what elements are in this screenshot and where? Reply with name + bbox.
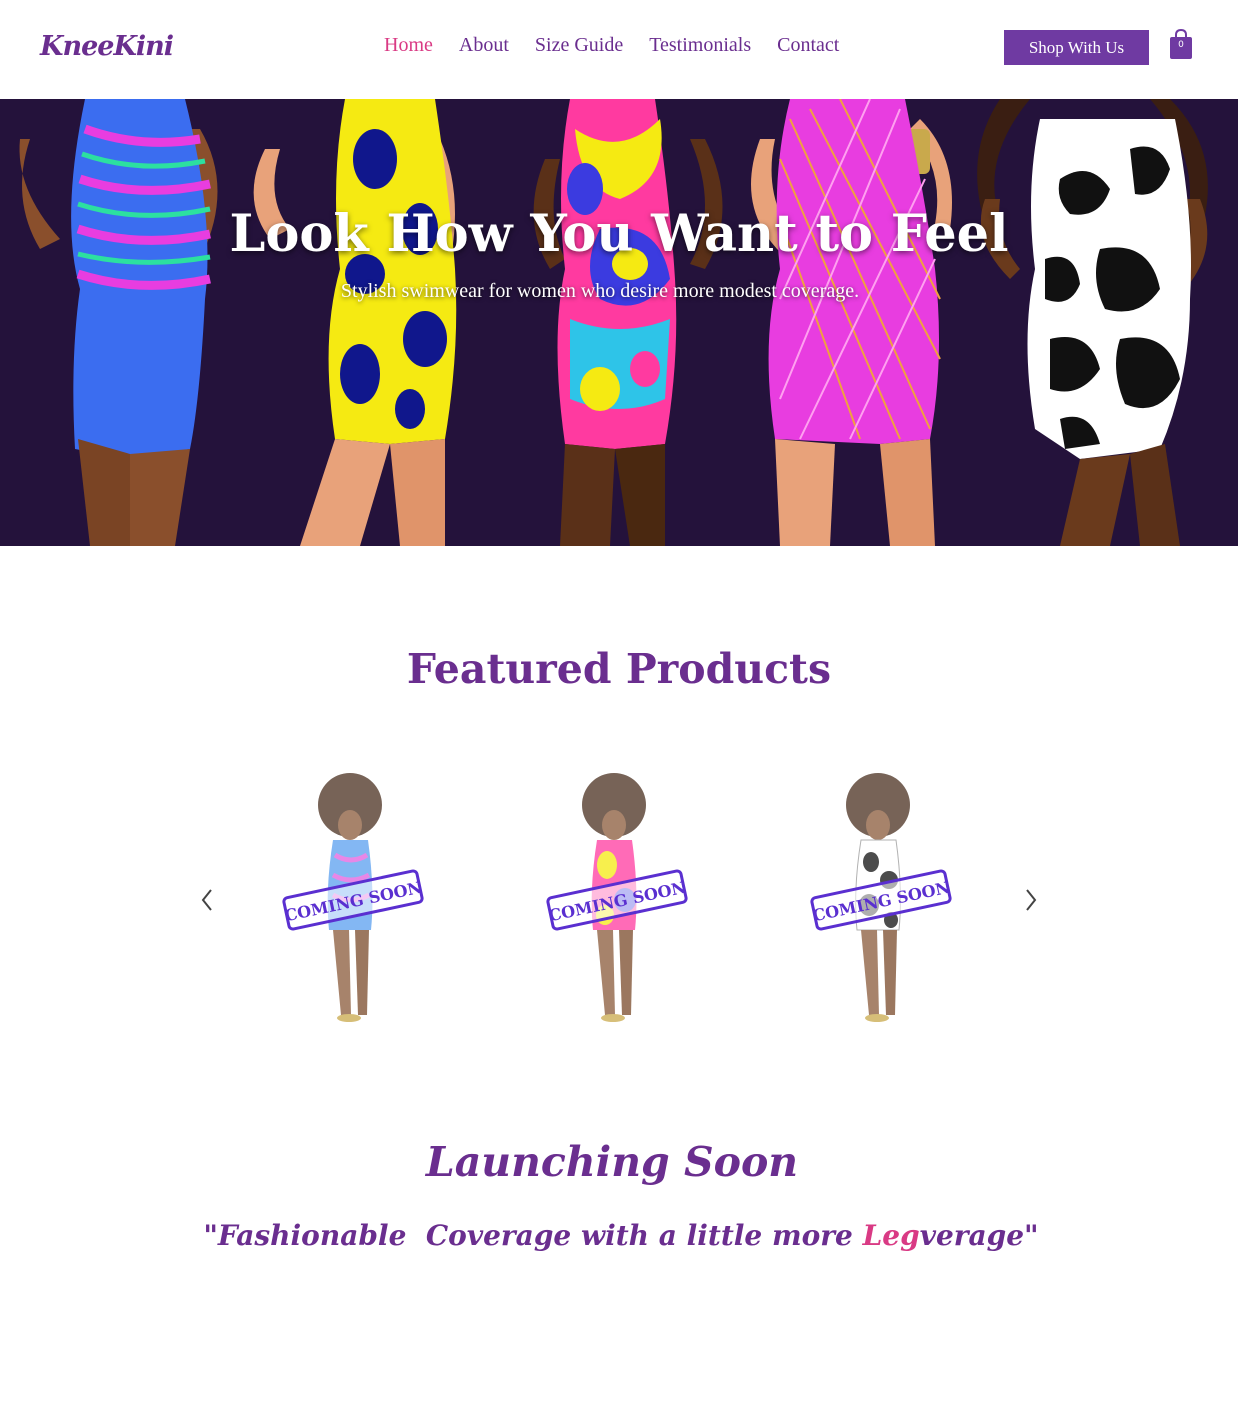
cart-button[interactable]: 0 [1168,28,1194,60]
tagline: "Fashionable Coverage with a little more… [0,1219,1242,1252]
hero-title: Look How You Want to Feel [229,204,1009,264]
product-image-2: COMING SOON [546,773,688,1022]
nav-testimonials[interactable]: Testimonials [649,34,751,57]
site-header: KneeKini Home About Size Guide Testimoni… [0,0,1242,99]
nav-about[interactable]: About [459,34,509,57]
product-card-3[interactable]: COMING SOON [791,770,971,1030]
kneekini-logo[interactable]: KneeKini [40,24,174,68]
product-card-2[interactable]: COMING SOON [527,770,707,1030]
launching-soon-title: Launching Soon [425,1138,799,1186]
product-card-1[interactable]: COMING SOON [263,770,443,1030]
model-figure-1 [19,99,218,546]
carousel-next-button[interactable] [1021,885,1041,915]
hero-banner: Look How You Want to Feel Stylish swimwe… [0,99,1238,546]
carousel-prev-button[interactable] [197,885,217,915]
main-nav: Home About Size Guide Testimonials Conta… [384,34,839,57]
hero-subtitle: Stylish swimwear for women who desire mo… [340,280,860,302]
logo-text: KneeKini [40,30,174,62]
cart-count: 0 [1178,40,1184,50]
tagline-prefix: "Fashionable Coverage with a little more [203,1219,863,1252]
chevron-left-icon [201,889,212,911]
product-image-3: COMING SOON [810,773,952,1022]
model-figure-4 [751,99,952,546]
nav-contact[interactable]: Contact [777,34,839,57]
model-figure-2 [253,99,457,546]
model-figure-5 [977,99,1208,546]
product-image-1: COMING SOON [282,773,424,1022]
nav-home[interactable]: Home [384,34,433,57]
nav-size-guide[interactable]: Size Guide [535,34,623,57]
hero-illustration [19,99,1208,546]
tagline-suffix: verage" [919,1219,1039,1252]
chevron-right-icon [1026,889,1037,911]
featured-products-title: Featured Products [406,645,832,693]
model-figure-3 [533,99,723,546]
tagline-highlight: Leg [862,1219,920,1252]
shop-with-us-button[interactable]: Shop With Us [1004,30,1149,65]
